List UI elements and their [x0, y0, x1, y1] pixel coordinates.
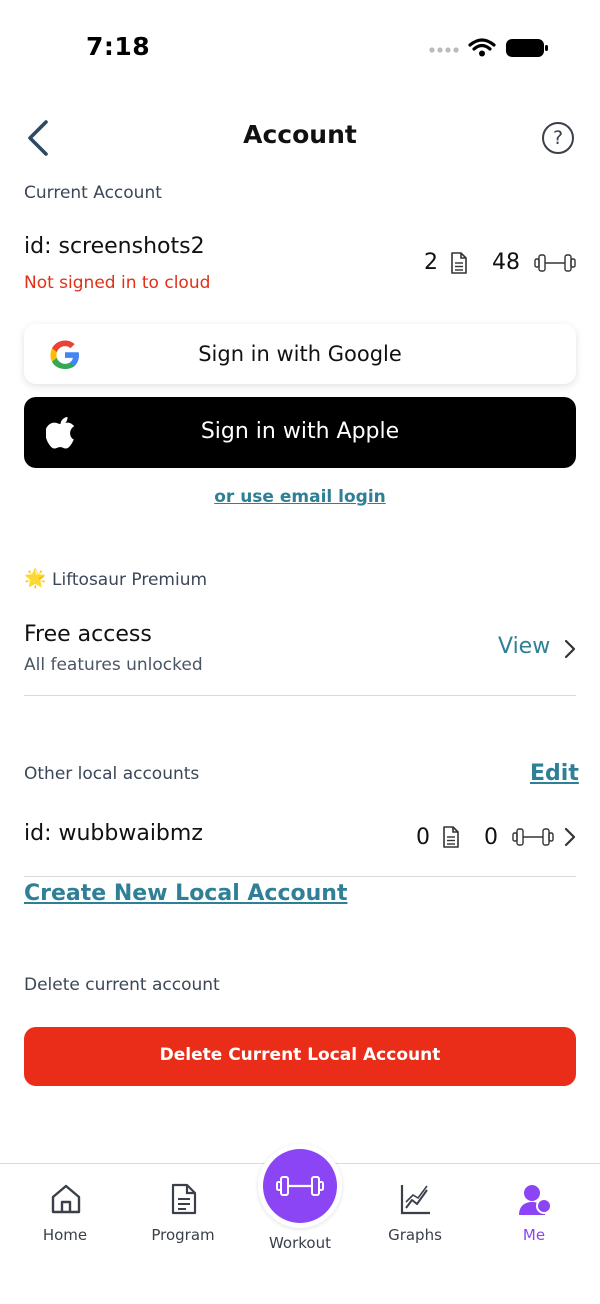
view-premium-button[interactable]: View — [480, 630, 576, 666]
sign-in-google-button[interactable]: Sign in with Google — [24, 324, 576, 384]
nav-program-label: Program — [151, 1226, 215, 1244]
local-account-id: id: wubbwaibmz — [24, 821, 203, 846]
chevron-right-icon — [564, 827, 576, 847]
document-icon — [443, 826, 459, 848]
chart-icon — [400, 1185, 430, 1215]
chevron-right-icon — [564, 639, 576, 659]
view-label: View — [498, 634, 551, 659]
document-icon — [171, 1183, 197, 1215]
programs-count: 2 — [424, 250, 438, 275]
divider — [24, 876, 576, 877]
current-account-id: id: screenshots2 — [24, 234, 205, 259]
list-item[interactable]: id: wubbwaibmz 0 0 — [24, 812, 576, 862]
dumbbell-icon — [534, 254, 576, 272]
home-icon — [51, 1184, 81, 1214]
divider — [24, 695, 576, 696]
delete-section-label: Delete current account — [24, 975, 220, 995]
nav-home-label: Home — [42, 1226, 88, 1244]
other-accounts-label: Other local accounts — [24, 764, 200, 784]
nav-workout-label: Workout — [268, 1234, 331, 1252]
google-button-label: Sign in with Google — [198, 342, 402, 366]
workout-fab — [263, 1149, 337, 1223]
nav-workout-button[interactable] — [258, 1144, 342, 1228]
status-time: 7:18 — [86, 32, 151, 61]
page-title: Account — [243, 120, 357, 149]
user-icon — [519, 1185, 552, 1215]
delete-account-button[interactable]: Delete Current Local Account — [24, 1027, 576, 1086]
dumbbell-icon — [512, 828, 554, 846]
create-local-account-link[interactable]: Create New Local Account — [24, 881, 347, 906]
dumbbell-icon — [276, 1176, 324, 1196]
programs-count: 0 — [416, 825, 430, 850]
edit-accounts-link[interactable]: Edit — [530, 761, 579, 786]
status-icons — [428, 36, 548, 60]
premium-label: Liftosaur Premium — [52, 570, 208, 590]
document-icon — [451, 252, 467, 274]
cloud-status: Not signed in to cloud — [24, 273, 211, 293]
question-circle-icon[interactable]: ? — [542, 122, 574, 154]
nav-me-label: Me — [522, 1226, 546, 1244]
workouts-count: 0 — [484, 825, 498, 850]
plan-title: Free access — [24, 622, 152, 647]
delete-button-label: Delete Current Local Account — [159, 1045, 441, 1065]
sign-in-apple-button[interactable]: Sign in with Apple — [24, 397, 576, 468]
current-account-label: Current Account — [24, 183, 162, 203]
apple-button-label: Sign in with Apple — [200, 419, 400, 444]
plan-subtitle: All features unlocked — [24, 655, 203, 675]
nav-graphs-label: Graphs — [388, 1226, 442, 1244]
workouts-count: 48 — [492, 250, 520, 275]
email-login-link[interactable]: or use email login — [0, 487, 600, 507]
star-icon: 🌟 — [24, 568, 47, 589]
signal-wifi-battery-icon — [429, 38, 548, 57]
